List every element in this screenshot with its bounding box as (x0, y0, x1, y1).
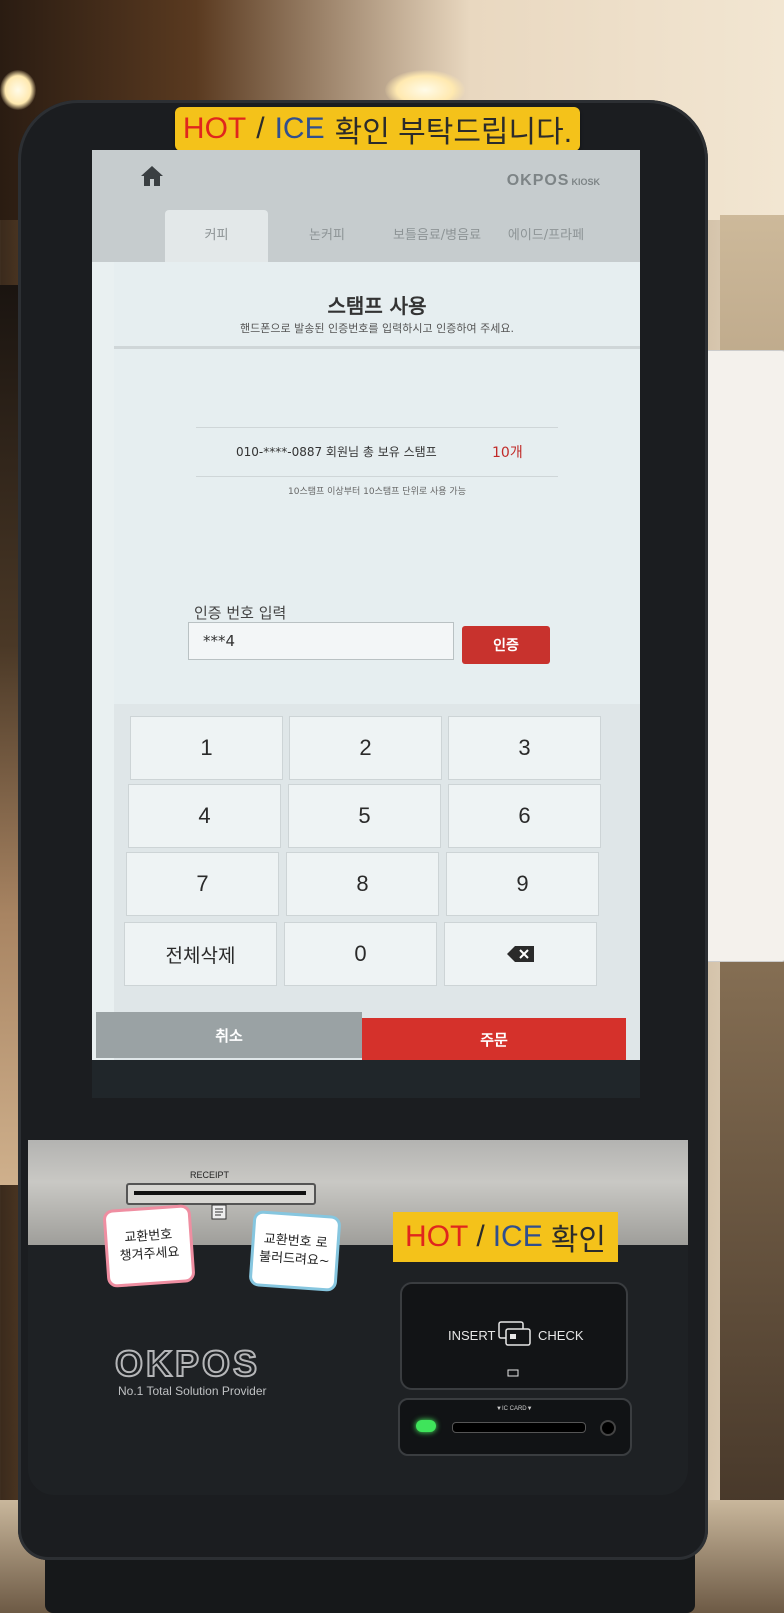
divider (114, 346, 640, 349)
key-4[interactable]: 4 (128, 784, 281, 848)
ic-card-slot[interactable] (452, 1422, 586, 1433)
okpos-logo: OKPOS (114, 1342, 261, 1385)
stamp-balance-label: 010-****-0887 회원님 총 보유 스탬프 (236, 445, 437, 459)
okpos-tagline: No.1 Total Solution Provider (118, 1384, 267, 1398)
brand-sub: KIOSK (571, 177, 600, 187)
clear-all-key[interactable]: 전체삭제 (124, 922, 277, 986)
receipt-label: RECEIPT (190, 1170, 230, 1180)
ic-card-reader[interactable]: ▼IC CARD▼ (398, 1398, 632, 1456)
contactless-icon (507, 1369, 519, 1377)
category-tabs: 커피 논커피 보틀음료/병음료 에이드/프라페 (92, 202, 640, 262)
handwritten-note-pink: 교환번호 챙겨주세요 (102, 1204, 196, 1288)
backspace-icon (506, 946, 534, 962)
tab-bottle-drinks[interactable]: 보틀음료/병음료 (382, 210, 492, 262)
sign-ice-text: ICE (274, 112, 325, 145)
key-2[interactable]: 2 (289, 716, 442, 780)
note-pink-line-1: 교환번호 (123, 1227, 173, 1247)
receipt-icon (211, 1204, 227, 1220)
backspace-key[interactable] (444, 922, 597, 986)
status-led (416, 1420, 436, 1432)
reader-check-label: CHECK (538, 1328, 584, 1343)
tab-non-coffee[interactable]: 논커피 (282, 210, 372, 262)
bottom-sign-text: 확인 (550, 1224, 606, 1257)
reader-sensor (600, 1420, 616, 1436)
stamp-usage-note: 10스탬프 이상부터 10스탬프 단위로 사용 가능 (288, 487, 466, 497)
key-6[interactable]: 6 (448, 784, 601, 848)
bottom-sign-hot: HOT (405, 1220, 469, 1253)
bottom-sign-ice: ICE (492, 1220, 543, 1253)
note-pink-line-2: 챙겨주세요 (119, 1244, 180, 1265)
key-0[interactable]: 0 (284, 922, 437, 986)
order-button[interactable]: 주문 (362, 1018, 626, 1060)
stamp-balance-row: 010-****-0887 회원님 총 보유 스탬프 10개 (196, 427, 558, 477)
stamp-count: 10개 (492, 445, 523, 461)
home-icon[interactable] (139, 164, 165, 188)
key-3[interactable]: 3 (448, 716, 601, 780)
brand-name: OKPOS (506, 172, 570, 189)
ic-card-label: ▼IC CARD▼ (496, 1406, 533, 1412)
auth-code-label: 인증 번호 입력 (194, 604, 287, 622)
dialog-title: 스탬프 사용 (327, 294, 427, 318)
sign-slash-text: / (256, 112, 265, 145)
tab-ade-frappe[interactable]: 에이드/프라페 (496, 210, 596, 262)
key-8[interactable]: 8 (286, 852, 439, 916)
note-blue-line-2: 불러드려요~ (258, 1249, 331, 1270)
action-buttons: 취소 주문 (92, 1012, 640, 1060)
tab-coffee[interactable]: 커피 (165, 210, 268, 262)
top-sticker-sign: HOT / ICE 확인 부탁드립니다. (175, 107, 580, 151)
reader-insert-label: INSERT (448, 1328, 496, 1343)
card-icon (498, 1321, 531, 1346)
brand-logo: OKPOS KIOSK (507, 172, 600, 190)
auth-code-input[interactable] (188, 622, 454, 660)
dialog-subtitle: 핸드폰으로 발송된 인증번호를 입력하시고 인증하여 주세요. (240, 322, 514, 335)
bottom-sign-slash: / (476, 1220, 485, 1253)
note-blue-line-1: 교환번호 로 (263, 1232, 329, 1252)
verify-button[interactable]: 인증 (462, 626, 550, 664)
top-bar: OKPOS KIOSK (92, 150, 640, 202)
handwritten-note-blue: 교환번호 로 불러드려요~ (248, 1210, 342, 1292)
cancel-button[interactable]: 취소 (96, 1012, 362, 1058)
ceiling-light (0, 70, 36, 110)
key-9[interactable]: 9 (446, 852, 599, 916)
sign-hot-text: HOT (182, 112, 247, 145)
bottom-sticker-sign: HOT / ICE 확인 (393, 1212, 618, 1262)
key-5[interactable]: 5 (288, 784, 441, 848)
kiosk-screen: OKPOS KIOSK 커피 논커피 보틀음료/병음료 에이드/프라페 스탬프 사… (92, 150, 640, 1098)
receipt-slot (126, 1183, 316, 1205)
key-1[interactable]: 1 (130, 716, 283, 780)
key-7[interactable]: 7 (126, 852, 279, 916)
card-reader[interactable]: INSERT CHECK (400, 1282, 628, 1390)
screen-bezel-bottom (92, 1060, 640, 1098)
stamp-dialog: 스탬프 사용 핸드폰으로 발송된 인증번호를 입력하시고 인증하여 주세요. 0… (114, 262, 640, 1098)
sign-message-text: 확인 부탁드립니다. (334, 116, 573, 149)
